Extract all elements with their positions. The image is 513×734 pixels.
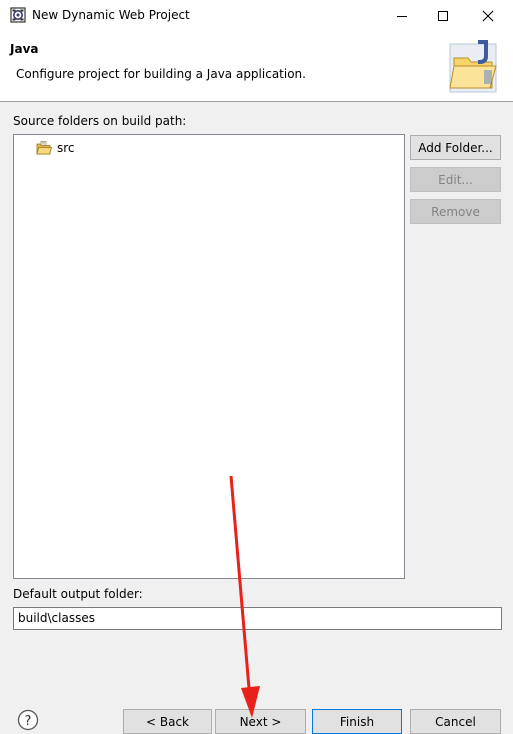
close-icon [482, 10, 494, 21]
close-button[interactable] [466, 0, 510, 31]
next-button[interactable]: Next > [215, 709, 306, 734]
source-folders-list[interactable]: src [13, 134, 405, 579]
maximize-button[interactable] [421, 0, 465, 31]
minimize-icon [397, 15, 407, 17]
output-folder-label: Default output folder: [13, 587, 143, 601]
title-bar[interactable]: New Dynamic Web Project [0, 0, 513, 31]
eclipse-app-icon [10, 7, 26, 23]
add-folder-button[interactable]: Add Folder... [410, 135, 501, 160]
list-item-label: src [57, 141, 75, 155]
window-title: New Dynamic Web Project [32, 8, 190, 22]
java-project-wizard-icon [449, 40, 497, 93]
edit-button[interactable]: Edit... [410, 167, 501, 192]
source-folder-icon [36, 141, 52, 155]
wizard-banner: Java Configure project for building a Ja… [0, 31, 513, 102]
dialog-window: New Dynamic Web Project Java Configure p… [0, 0, 513, 734]
list-item[interactable]: src [36, 139, 75, 157]
cancel-button[interactable]: Cancel [410, 709, 501, 734]
page-description: Configure project for building a Java ap… [16, 67, 306, 81]
remove-button[interactable]: Remove [410, 199, 501, 224]
minimize-button[interactable] [380, 0, 424, 31]
source-folders-label: Source folders on build path: [13, 114, 187, 128]
svg-text:?: ? [25, 714, 32, 729]
maximize-icon [438, 10, 448, 21]
back-button[interactable]: < Back [123, 709, 212, 734]
output-folder-field[interactable]: build\classes [13, 607, 502, 630]
finish-button[interactable]: Finish [312, 709, 402, 734]
page-title: Java [10, 42, 39, 56]
